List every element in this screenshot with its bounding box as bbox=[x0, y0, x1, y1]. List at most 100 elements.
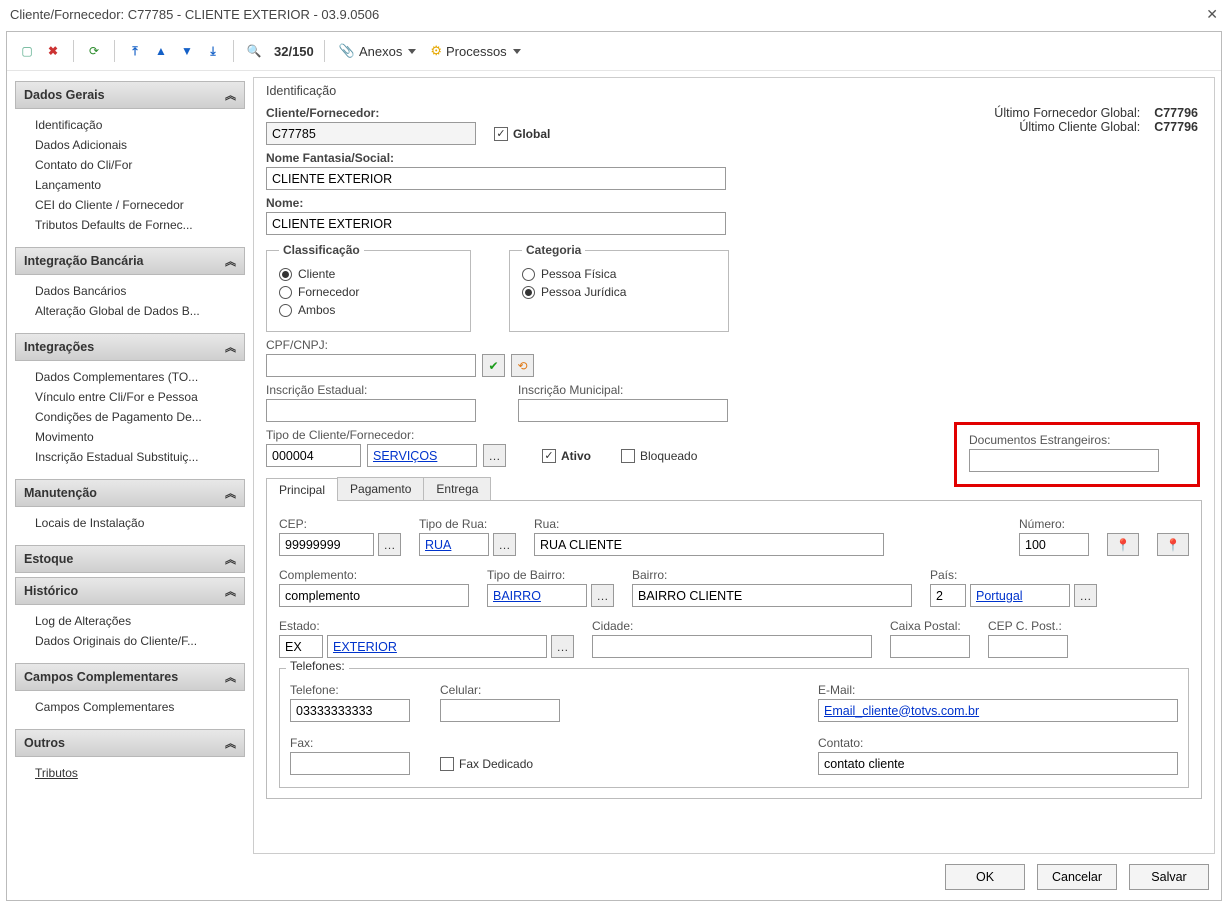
sidebar-item[interactable]: Dados Bancários bbox=[35, 281, 245, 301]
rua-label: Rua: bbox=[534, 517, 1001, 531]
ativo-checkbox[interactable] bbox=[542, 449, 556, 463]
sidebar-header[interactable]: Campos Complementares︽ bbox=[15, 663, 245, 691]
doc-estrangeiros-label: Documentos Estrangeiros: bbox=[969, 433, 1185, 447]
tipo-bairro-lookup-button[interactable]: … bbox=[591, 584, 614, 607]
chevron-up-icon: ︽ bbox=[225, 485, 236, 501]
sidebar-header[interactable]: Estoque︽ bbox=[15, 545, 245, 573]
radio-ambos[interactable]: Ambos bbox=[279, 303, 458, 317]
cidade-input[interactable] bbox=[592, 635, 872, 658]
map-pin2-icon[interactable]: 📍 bbox=[1157, 533, 1189, 556]
classificacao-legend: Classificação bbox=[279, 243, 364, 257]
sidebar-item[interactable]: Dados Originais do Cliente/F... bbox=[35, 631, 245, 651]
radio-cliente[interactable]: Cliente bbox=[279, 267, 458, 281]
telefone-input[interactable] bbox=[290, 699, 410, 722]
sidebar-item[interactable]: Tributos bbox=[35, 763, 245, 783]
tipo-rua-input[interactable] bbox=[419, 533, 489, 556]
tipo-codigo-input[interactable] bbox=[266, 444, 361, 467]
bairro-input[interactable] bbox=[632, 584, 912, 607]
tipo-rua-lookup-button[interactable]: … bbox=[493, 533, 516, 556]
cep-input[interactable] bbox=[279, 533, 374, 556]
global-checkbox[interactable] bbox=[494, 127, 508, 141]
refresh-icon[interactable]: ⟳ bbox=[84, 41, 104, 61]
numero-input[interactable] bbox=[1019, 533, 1089, 556]
prev-record-icon[interactable]: ▲ bbox=[151, 41, 171, 61]
sidebar-item[interactable]: Inscrição Estadual Substituiç... bbox=[35, 447, 245, 467]
sidebar-item[interactable]: Log de Alterações bbox=[35, 611, 245, 631]
tab-entrega[interactable]: Entrega bbox=[423, 477, 491, 500]
caixa-postal-input[interactable] bbox=[890, 635, 970, 658]
email-input[interactable] bbox=[818, 699, 1178, 722]
sidebar-item[interactable]: Campos Complementares bbox=[35, 697, 245, 717]
map-pin-icon[interactable]: 📍 bbox=[1107, 533, 1139, 556]
cep-lookup-button[interactable]: … bbox=[378, 533, 401, 556]
codigo-input[interactable] bbox=[266, 122, 476, 145]
chevron-up-icon: ︽ bbox=[225, 551, 236, 567]
sidebar-header[interactable]: Manutenção︽ bbox=[15, 479, 245, 507]
sidebar-item[interactable]: Lançamento bbox=[35, 175, 245, 195]
validate-cpf-icon[interactable]: ✔ bbox=[482, 354, 505, 377]
cpf-cnpj-input[interactable] bbox=[266, 354, 476, 377]
sidebar-item[interactable]: CEI do Cliente / Fornecedor bbox=[35, 195, 245, 215]
estado-nome-input[interactable] bbox=[327, 635, 547, 658]
sidebar-header[interactable]: Integrações︽ bbox=[15, 333, 245, 361]
pais-nome-input[interactable] bbox=[970, 584, 1070, 607]
anexos-menu[interactable]: 📎 Anexos bbox=[335, 41, 421, 61]
sidebar-item[interactable]: Tributos Defaults de Fornec... bbox=[35, 215, 245, 235]
next-record-icon[interactable]: ▼ bbox=[177, 41, 197, 61]
sidebar-item[interactable]: Contato do Cli/For bbox=[35, 155, 245, 175]
nome-input[interactable] bbox=[266, 212, 726, 235]
fax-dedicado-checkbox[interactable] bbox=[440, 757, 454, 771]
estado-cod-input[interactable] bbox=[279, 635, 323, 658]
processos-menu[interactable]: ⚙ Processos bbox=[426, 41, 524, 61]
sidebar-header[interactable]: Integração Bancária︽ bbox=[15, 247, 245, 275]
fax-input[interactable] bbox=[290, 752, 410, 775]
sidebar-item[interactable]: Dados Complementares (TO... bbox=[35, 367, 245, 387]
window-close-icon[interactable]: ✕ bbox=[1206, 6, 1218, 23]
insc-municipal-input[interactable] bbox=[518, 399, 728, 422]
bloqueado-label: Bloqueado bbox=[640, 449, 697, 463]
sidebar-header[interactable]: Dados Gerais︽ bbox=[15, 81, 245, 109]
nome-label: Nome: bbox=[266, 196, 1202, 210]
sidebar-item[interactable]: Condições de Pagamento De... bbox=[35, 407, 245, 427]
radio-fornecedor[interactable]: Fornecedor bbox=[279, 285, 458, 299]
find-icon[interactable]: 🔍 bbox=[244, 41, 264, 61]
salvar-button[interactable]: Salvar bbox=[1129, 864, 1209, 890]
celular-input[interactable] bbox=[440, 699, 560, 722]
sidebar-item[interactable]: Alteração Global de Dados B... bbox=[35, 301, 245, 321]
radio-pessoa-juridica[interactable]: Pessoa Jurídica bbox=[522, 285, 716, 299]
first-record-icon[interactable]: ⤒ bbox=[125, 41, 145, 61]
bloqueado-checkbox[interactable] bbox=[621, 449, 635, 463]
insc-estadual-input[interactable] bbox=[266, 399, 476, 422]
sidebar-item[interactable]: Identificação bbox=[35, 115, 245, 135]
tipo-bairro-input[interactable] bbox=[487, 584, 587, 607]
pais-lookup-button[interactable]: … bbox=[1074, 584, 1097, 607]
caixa-postal-label: Caixa Postal: bbox=[890, 619, 970, 633]
processos-label: Processos bbox=[446, 44, 507, 59]
complemento-input[interactable] bbox=[279, 584, 469, 607]
radio-pessoa-fisica[interactable]: Pessoa Física bbox=[522, 267, 716, 281]
cancelar-button[interactable]: Cancelar bbox=[1037, 864, 1117, 890]
nome-fantasia-input[interactable] bbox=[266, 167, 726, 190]
doc-estrangeiros-input[interactable] bbox=[969, 449, 1159, 472]
sidebar-item[interactable]: Movimento bbox=[35, 427, 245, 447]
sidebar-item[interactable]: Dados Adicionais bbox=[35, 135, 245, 155]
contato-input[interactable] bbox=[818, 752, 1178, 775]
sidebar-item[interactable]: Locais de Instalação bbox=[35, 513, 245, 533]
rua-input[interactable] bbox=[534, 533, 884, 556]
tipo-lookup-button[interactable]: … bbox=[483, 444, 506, 467]
sidebar-header[interactable]: Histórico︽ bbox=[15, 577, 245, 605]
refresh-cpf-icon[interactable]: ⟲ bbox=[511, 354, 534, 377]
new-icon[interactable]: ▢ bbox=[17, 41, 37, 61]
tab-principal[interactable]: Principal bbox=[266, 478, 338, 501]
tipo-desc-input[interactable] bbox=[367, 444, 477, 467]
estado-lookup-button[interactable]: … bbox=[551, 635, 574, 658]
last-record-icon[interactable]: ⤓ bbox=[203, 41, 223, 61]
pais-cod-input[interactable] bbox=[930, 584, 966, 607]
sidebar-item[interactable]: Vínculo entre Cli/For e Pessoa bbox=[35, 387, 245, 407]
delete-icon[interactable]: ✖ bbox=[43, 41, 63, 61]
tab-body-principal: CEP: … Tipo de Rua: … Rua: Número: 📍 📍 C… bbox=[266, 501, 1202, 799]
ok-button[interactable]: OK bbox=[945, 864, 1025, 890]
sidebar-header[interactable]: Outros︽ bbox=[15, 729, 245, 757]
tab-pagamento[interactable]: Pagamento bbox=[337, 477, 424, 500]
cep-cpostal-input[interactable] bbox=[988, 635, 1068, 658]
